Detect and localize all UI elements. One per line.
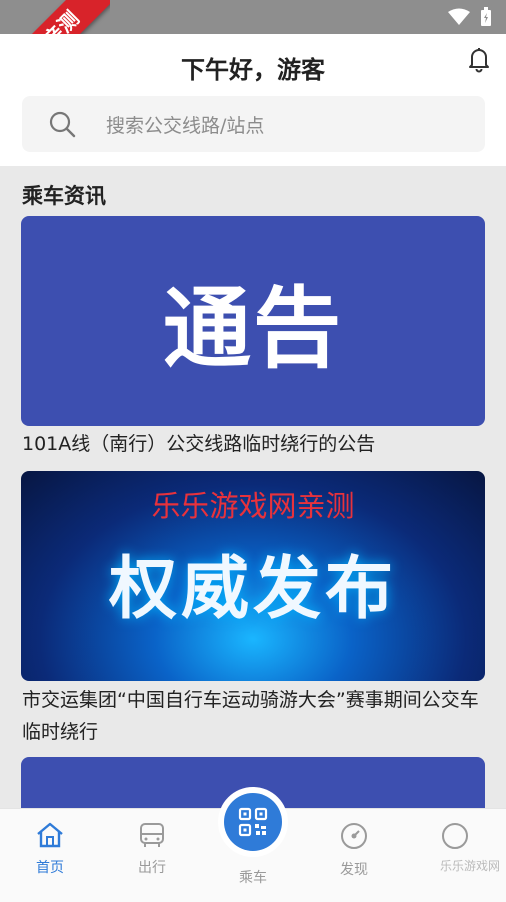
search-bar[interactable]: 搜索公交线路/站点 (22, 96, 485, 152)
tab-discover-label: 发现 (340, 862, 368, 878)
tab-home-label: 首页 (36, 860, 64, 876)
news-image-2[interactable]: 乐乐游戏网亲测 权威发布 (21, 471, 485, 681)
news-title-1[interactable]: 101A线（南行）公交线路临时绕行的公告 (22, 428, 492, 460)
home-icon (37, 822, 63, 848)
tab-discover[interactable]: 发现 (319, 821, 389, 879)
news-image-1[interactable]: 通告 (21, 216, 485, 426)
news-image-text: 通告 (162, 276, 343, 380)
news-title-2[interactable]: 市交运集团“中国自行车运动骑游大会”赛事期间公交车临时绕行 (22, 684, 492, 748)
wifi-icon (448, 8, 470, 25)
tab-profile[interactable] (420, 821, 490, 855)
ride-qr-button[interactable] (224, 793, 282, 851)
corner-watermark: 乐乐游戏网 (439, 859, 500, 873)
news-image-text: 权威发布 (108, 550, 397, 629)
search-placeholder: 搜索公交线路/站点 (106, 115, 265, 137)
header: 下午好，游客 搜索公交线路/站点 (0, 34, 506, 166)
tab-home[interactable]: 首页 (15, 821, 85, 877)
bell-icon[interactable] (464, 44, 494, 74)
section-title: 乘车资讯 (22, 184, 106, 208)
search-icon (49, 111, 76, 138)
battery-icon (481, 7, 491, 26)
compass-icon (341, 823, 367, 849)
tab-travel-label: 出行 (138, 860, 166, 876)
tab-travel[interactable]: 出行 (117, 821, 187, 877)
bottom-tab-bar: 首页 出行 乘车 发现 (0, 787, 506, 902)
qr-code-icon (238, 807, 268, 837)
bus-icon (140, 823, 164, 847)
tab-ride-label[interactable]: 乘车 (218, 867, 288, 887)
profile-icon (442, 823, 468, 849)
news-image-watermark: 乐乐游戏网亲测 (151, 489, 355, 523)
greeting-title: 下午好，游客 (181, 56, 325, 84)
ride-button-wrap (218, 787, 288, 857)
